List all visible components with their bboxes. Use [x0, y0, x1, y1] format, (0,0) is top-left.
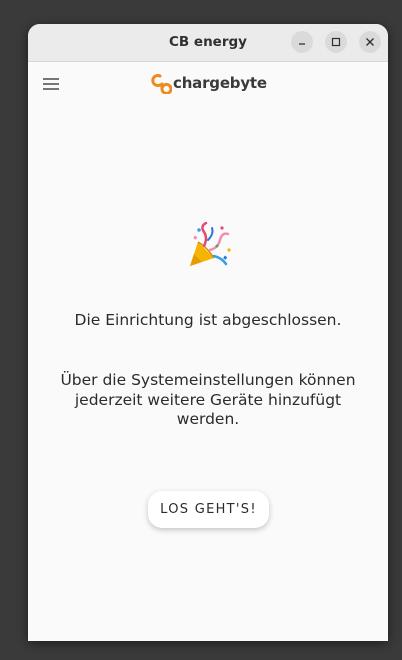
title-bar[interactable]: CB energy — [28, 24, 388, 62]
chargebyte-logo-icon — [151, 74, 172, 94]
main-content: Die Einrichtung ist abgeschlossen. Über … — [28, 106, 388, 641]
hamburger-menu-icon — [43, 78, 59, 90]
menu-button[interactable] — [40, 73, 62, 95]
close-icon — [366, 38, 374, 46]
brand-name: chargebyte — [173, 74, 267, 92]
app-bar: chargebyte — [28, 62, 388, 106]
maximize-button[interactable] — [325, 31, 347, 53]
minimize-button[interactable] — [291, 31, 313, 53]
brand-logo: chargebyte — [150, 71, 267, 95]
start-button[interactable]: LOS GEHT'S! — [148, 491, 269, 528]
minimize-icon — [299, 43, 305, 45]
setup-complete-message: Die Einrichtung ist abgeschlossen. — [74, 311, 342, 329]
party-popper-icon — [190, 221, 231, 266]
app-window: CB energy chargebyte Die Einrichtung ist… — [28, 24, 388, 641]
settings-hint-message: Über die Systemeinstellungen können jede… — [60, 371, 356, 428]
close-button[interactable] — [359, 31, 381, 53]
maximize-icon — [331, 37, 341, 47]
